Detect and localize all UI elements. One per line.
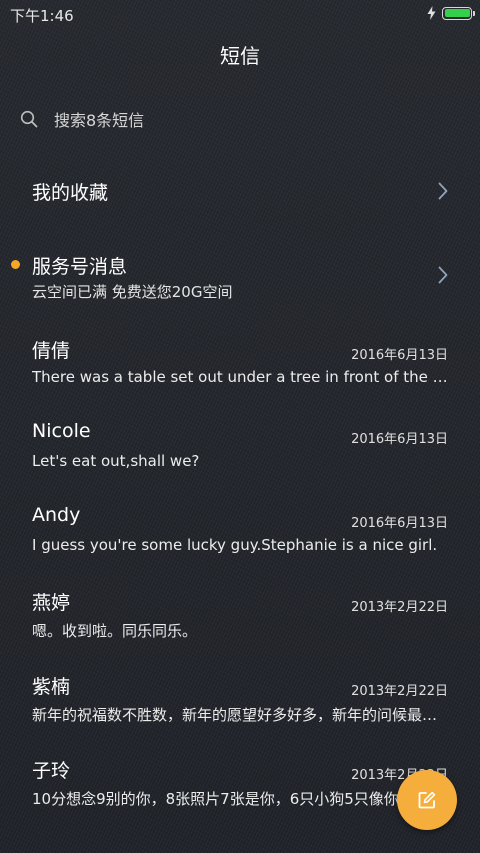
service-messages-row[interactable]: 服务号消息 云空间已满 免费送您20G空间: [0, 250, 480, 306]
battery-icon: [442, 6, 475, 20]
conversation-date: 2016年6月13日: [351, 348, 448, 363]
conversation-preview: There was a table set out under a tree i…: [32, 368, 450, 386]
conversation-date: 2016年6月13日: [351, 516, 448, 531]
compose-button[interactable]: [397, 770, 457, 830]
conversation-name: 子玲: [32, 760, 71, 782]
conversation-date: 2016年6月13日: [351, 432, 448, 447]
conversation-row[interactable]: Andy 2016年6月13日 I guess you're some luck…: [0, 504, 480, 564]
conversation-row[interactable]: 燕婷 2013年2月22日 嗯。收到啦。同乐同乐。: [0, 588, 480, 648]
search-icon: [20, 110, 38, 128]
conversation-preview: 10分想念9别的你，8张照片7张是你，6只小狗5只像你: [32, 790, 399, 808]
conversation-preview: Let's eat out,shall we?: [32, 452, 200, 470]
search-input[interactable]: 搜索8条短信: [54, 107, 144, 131]
charging-bolt-icon: [427, 6, 436, 20]
compose-icon: [418, 791, 436, 809]
page-title: 短信: [220, 44, 260, 68]
status-bar: 下午1:46: [0, 0, 480, 28]
conversation-preview: 嗯。收到啦。同乐同乐。: [32, 622, 198, 640]
conversation-date: 2013年2月22日: [351, 600, 448, 615]
conversation-name: Andy: [32, 504, 81, 526]
status-time: 下午1:46: [10, 7, 74, 25]
service-subtitle: 云空间已满 免费送您20G空间: [32, 283, 233, 301]
conversation-name: 燕婷: [32, 592, 71, 614]
search-bar[interactable]: 搜索8条短信: [20, 104, 460, 134]
conversation-name: Nicole: [32, 420, 91, 442]
conversation-row[interactable]: 紫楠 2013年2月22日 新年的祝福数不胜数，新年的愿望好多好多，新年的问候最…: [0, 672, 480, 732]
conversation-row[interactable]: 倩倩 2016年6月13日 There was a table set out …: [0, 336, 480, 396]
status-icons: [427, 6, 475, 20]
conversation-preview: I guess you're some lucky guy.Stephanie …: [32, 536, 438, 554]
conversation-preview: 新年的祝福数不胜数，新年的愿望好多好多，新年的问候最真最诚: [32, 706, 450, 724]
conversation-row[interactable]: Nicole 2016年6月13日 Let's eat out,shall we…: [0, 420, 480, 480]
unread-dot: [11, 260, 20, 269]
conversation-name: 紫楠: [32, 676, 71, 698]
favorites-row[interactable]: 我的收藏: [0, 170, 480, 214]
battery-level-fill: [444, 9, 470, 17]
conversation-date: 2013年2月22日: [351, 684, 448, 699]
service-title: 服务号消息: [32, 256, 128, 278]
favorites-label: 我的收藏: [32, 182, 109, 204]
chevron-right-icon: [438, 266, 448, 284]
conversation-name: 倩倩: [32, 340, 71, 362]
chevron-right-icon: [438, 182, 448, 200]
